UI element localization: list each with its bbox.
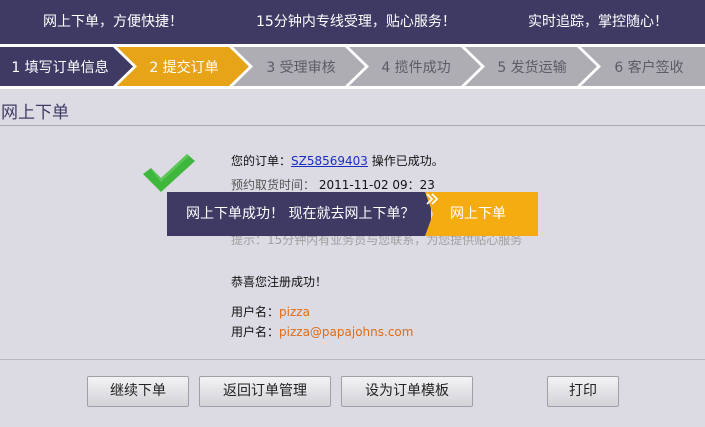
pickup-time-line: 预约取货时间： 2011-11-02 09：23: [231, 177, 435, 193]
double-chevron-right-icon: [426, 193, 439, 205]
step-6-label: 6 客户签收: [614, 59, 683, 76]
continue-order-button[interactable]: 继续下单: [87, 376, 189, 407]
page-title: 网上下单: [1, 103, 69, 123]
order-result-line: 您的订单：SZ58569403 操作已成功。: [231, 153, 444, 169]
username-line: 用户名：pizza: [231, 304, 310, 320]
set-as-template-button[interactable]: 设为订单模板: [341, 376, 473, 407]
step-5-label: 5 发货运输: [497, 59, 566, 76]
pickup-time: 2011-11-02 09：23: [318, 178, 435, 192]
banner-slogan-1: 网上下单，方便快捷！: [43, 14, 183, 30]
print-button[interactable]: 打印: [547, 376, 619, 407]
top-banner: 网上下单，方便快捷！ 15分钟内专线受理，贴心服务！ 实时追踪，掌控随心！: [0, 0, 705, 44]
order-progress-steps: 1 填写订单信息 2 提交订单 3 受理审核 4 揽件成功 5 发货运输 6 客…: [0, 44, 705, 89]
username-value: pizza: [279, 305, 310, 319]
progress-steps-graphic: 1 填写订单信息 2 提交订单 3 受理审核 4 揽件成功 5 发货运输 6 客…: [0, 47, 705, 86]
go-order-online-button[interactable]: 网上下单: [425, 192, 538, 236]
pickup-label: 预约取货时间：: [231, 178, 316, 192]
step-4-label: 4 揽件成功: [381, 59, 450, 76]
title-divider: [0, 125, 705, 126]
success-check-icon: [143, 154, 195, 192]
step-1-label: 1 填写订单信息: [11, 59, 108, 76]
back-to-order-management-button[interactable]: 返回订单管理: [199, 376, 331, 407]
email-label: 用户名：: [231, 325, 280, 339]
order-number-link[interactable]: SZ58569403: [291, 154, 368, 168]
step-3-label: 3 受理审核: [266, 60, 335, 76]
actions-divider: [0, 359, 705, 360]
banner-slogan-3: 实时追踪，掌控随心！: [528, 14, 668, 30]
order-success-popup: 网上下单成功！ 现在就去网上下单？ 网上下单: [167, 192, 538, 236]
order-prefix: 您的订单：: [231, 154, 292, 168]
banner-slogan-2: 15分钟内专线受理，贴心服务！: [256, 14, 456, 30]
order-suffix: 操作已成功。: [371, 154, 444, 168]
popup-message: 网上下单成功！ 现在就去网上下单？: [186, 206, 415, 222]
email-line: 用户名：pizza@papajohns.com: [231, 324, 413, 340]
step-2-label: 2 提交订单: [149, 59, 218, 76]
register-success-text: 恭喜您注册成功！: [231, 275, 328, 289]
go-order-online-label: 网上下单: [450, 206, 506, 222]
email-value: pizza@papajohns.com: [279, 325, 414, 339]
username-label: 用户名：: [231, 305, 280, 319]
